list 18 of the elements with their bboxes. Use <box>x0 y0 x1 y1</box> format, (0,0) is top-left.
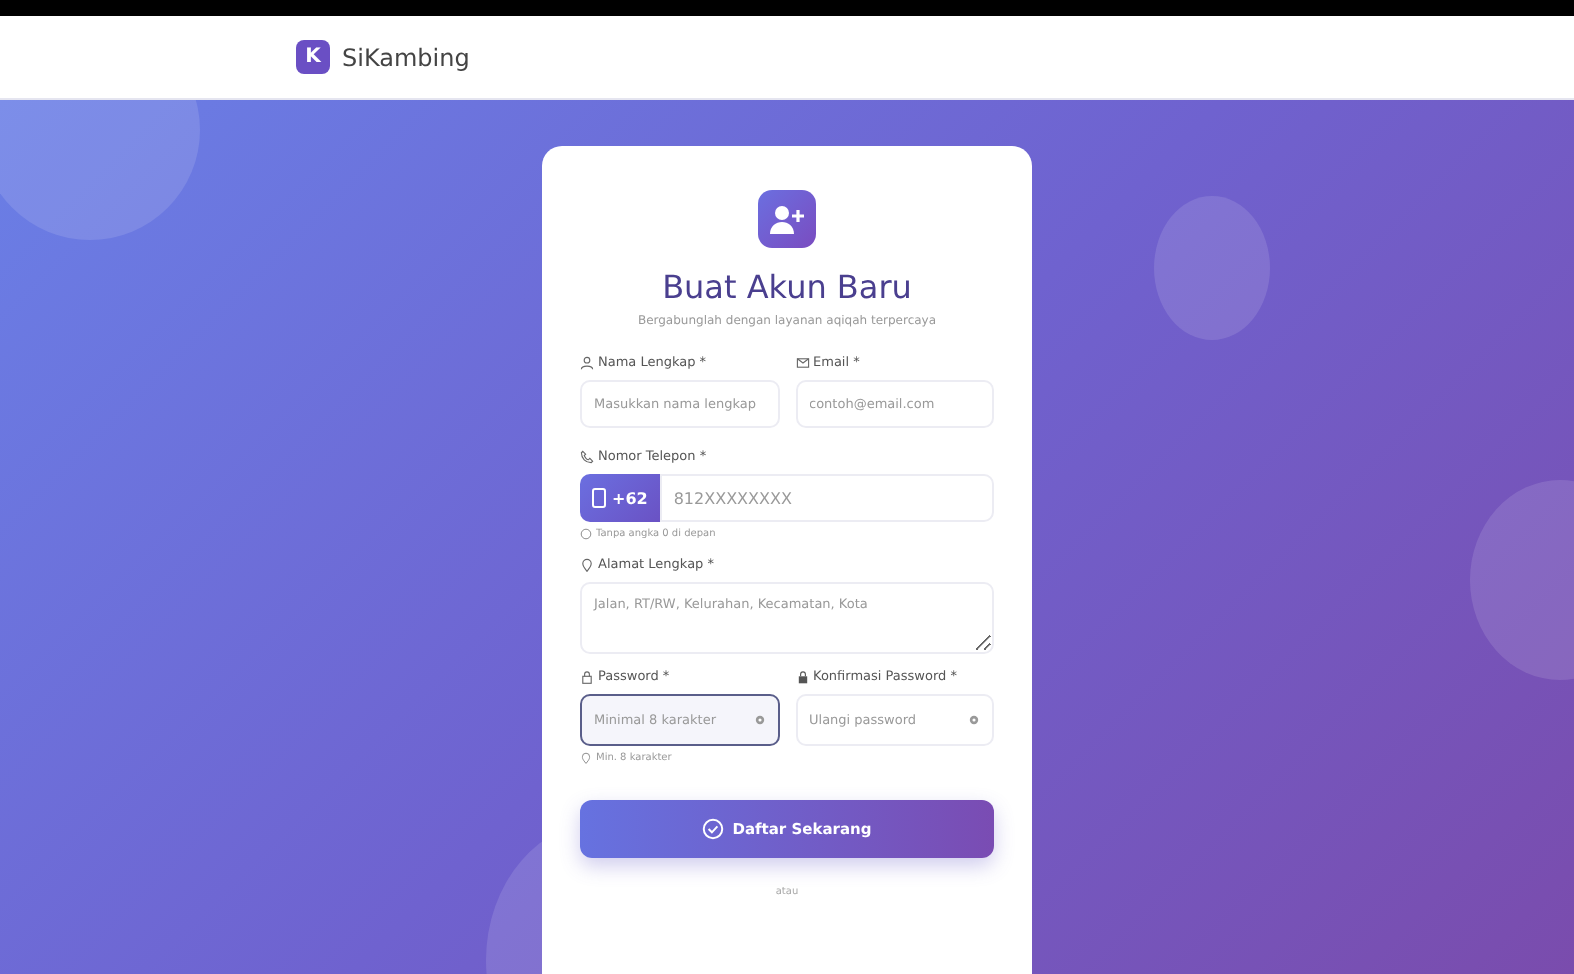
eye-icon[interactable] <box>968 714 980 726</box>
location-pin-icon <box>580 752 592 764</box>
envelope-icon <box>795 355 809 369</box>
check-circle-icon <box>702 818 725 840</box>
eye-icon[interactable] <box>753 714 765 726</box>
lock-icon <box>795 669 809 683</box>
info-icon <box>580 528 592 540</box>
country-code-prefix: +62 <box>580 474 660 522</box>
location-pin-icon <box>580 557 594 571</box>
add-user-icon <box>758 190 816 248</box>
phone-input[interactable]: 812XXXXXXXX <box>659 474 994 522</box>
phone-icon <box>592 488 606 508</box>
form-title: Buat Akun Baru <box>660 268 914 306</box>
phone-icon <box>580 449 594 463</box>
lock-icon <box>580 669 594 683</box>
user-icon <box>580 355 594 369</box>
brand-name[interactable]: SiKambing <box>342 43 470 71</box>
logo-badge[interactable]: K <box>296 40 330 74</box>
